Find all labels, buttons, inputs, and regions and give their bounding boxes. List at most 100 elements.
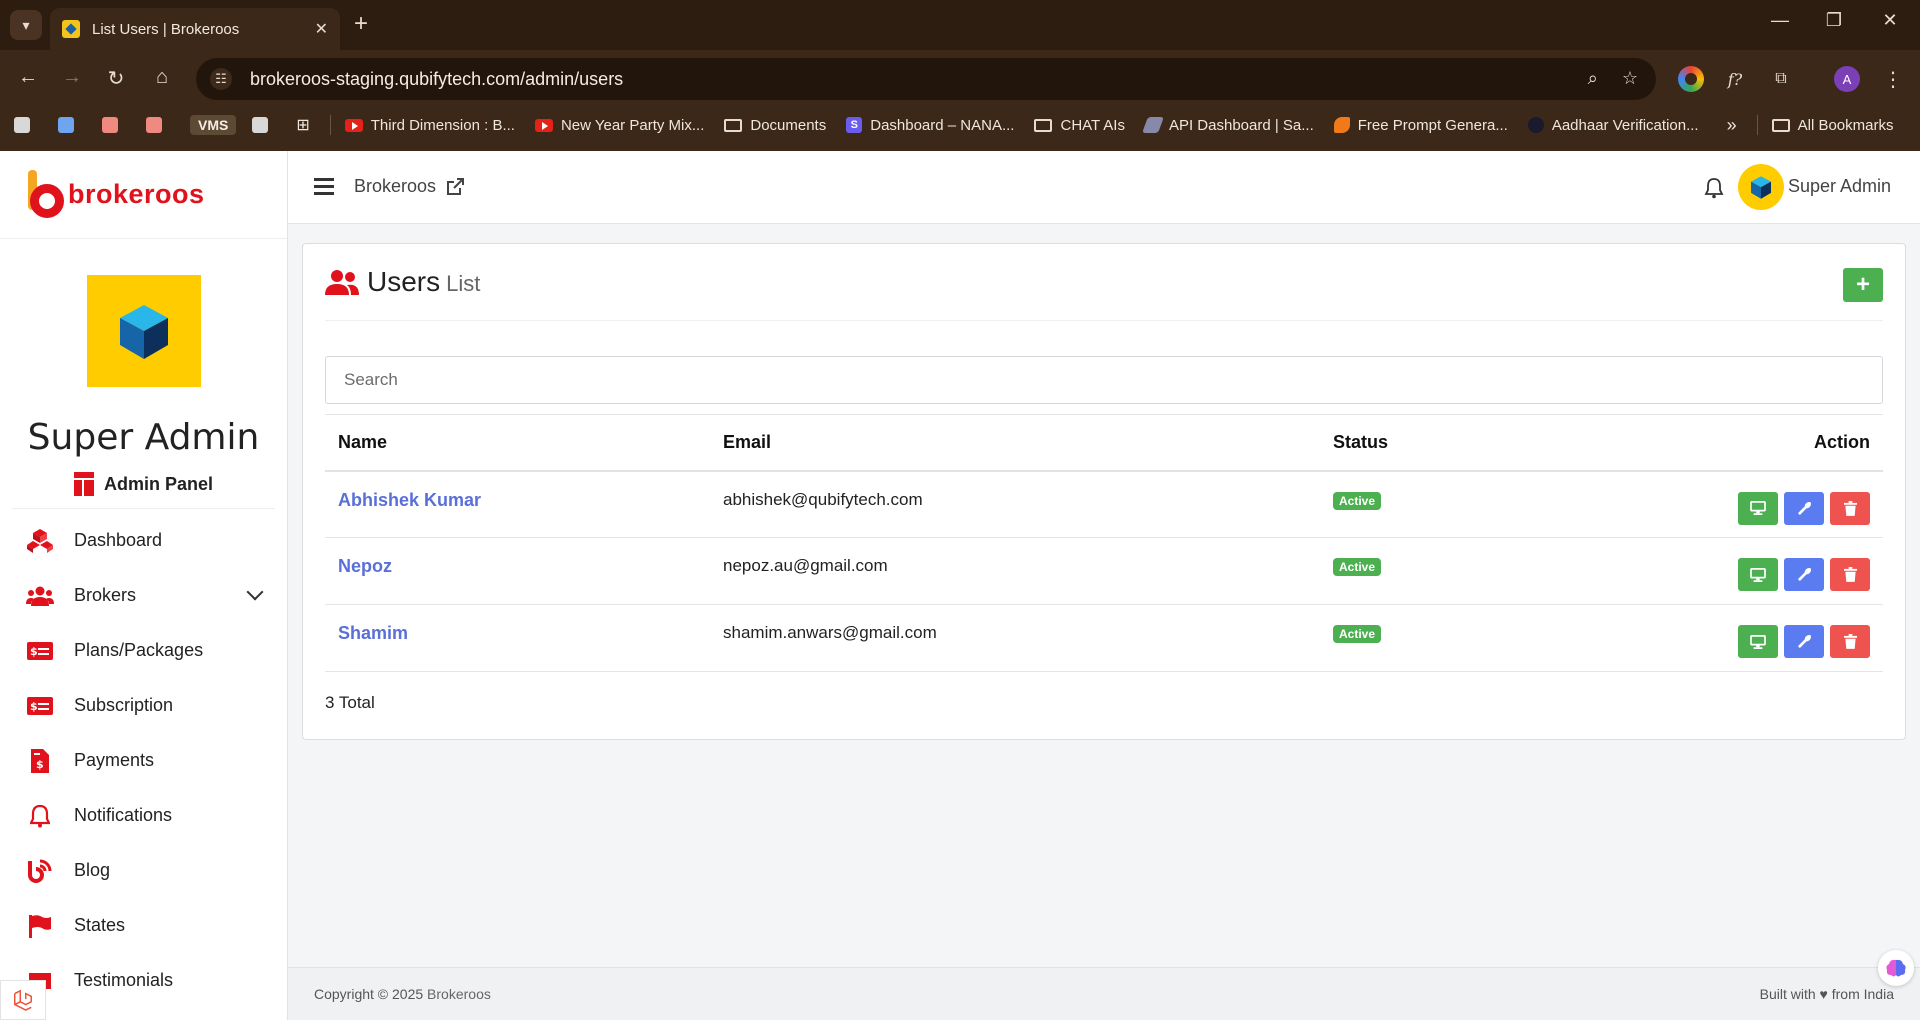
bookmark-new-year-party[interactable]: New Year Party Mix...	[534, 117, 704, 134]
extension-function-icon[interactable]: f?	[1722, 66, 1748, 92]
new-tab-plus-icon[interactable]: +	[354, 12, 368, 36]
view-user-button[interactable]	[1738, 491, 1778, 525]
reload-icon[interactable]: ↻	[102, 66, 130, 91]
desktop-icon	[1750, 501, 1766, 515]
brand-name: brokeroos	[68, 179, 205, 209]
money-bill-icon: $	[26, 639, 54, 663]
user-name-link[interactable]: Nepoz	[338, 556, 392, 576]
bookmark-api-dashboard[interactable]: API Dashboard | Sa...	[1142, 117, 1314, 134]
copyright: Copyright © 2025 Brokeroos	[314, 986, 491, 1002]
page-subtitle: List	[446, 271, 481, 296]
bookmark-aadhaar[interactable]: Aadhaar Verification...	[1527, 117, 1699, 134]
user-email: shamim.anwars@gmail.com	[710, 604, 1320, 672]
apps-grid-icon[interactable]: ⊞	[296, 115, 309, 135]
address-bar[interactable]: ☷ brokeroos-staging.qubifytech.com/admin…	[196, 58, 1656, 100]
sidebar-item-brokers[interactable]: Brokers	[0, 568, 287, 623]
profile-avatar[interactable]: A	[1834, 66, 1860, 92]
window-close-icon[interactable]: ✕	[1870, 10, 1910, 31]
user-name-link[interactable]: Shamim	[338, 623, 408, 643]
tab-search-chevron-icon[interactable]: ▾	[10, 10, 42, 40]
user-name[interactable]: Super Admin	[1788, 176, 1891, 197]
card-header: Users List	[325, 266, 480, 298]
bookmark-blank-3[interactable]	[102, 117, 126, 133]
tab-close-icon[interactable]: ✕	[315, 19, 328, 39]
address-url[interactable]: brokeroos-staging.qubifytech.com/admin/u…	[250, 69, 623, 90]
sidebar-item-blog[interactable]: Blog	[0, 843, 287, 898]
bookmark-star-icon[interactable]: ☆	[1622, 68, 1638, 89]
chevron-down-icon[interactable]	[246, 583, 264, 601]
extensions-puzzle-icon[interactable]: ⧉	[1768, 66, 1794, 92]
zoom-magnifier-icon[interactable]: ⌕	[1588, 68, 1598, 89]
bookmark-dashboard-nana[interactable]: S Dashboard – NANA...	[846, 117, 1014, 134]
view-user-button[interactable]	[1738, 625, 1778, 658]
floating-assistant-icon[interactable]	[1878, 950, 1914, 986]
extension-color-icon[interactable]	[1678, 66, 1704, 92]
delete-user-button[interactable]	[1830, 491, 1870, 525]
user-email: nepoz.au@gmail.com	[710, 537, 1320, 605]
trash-icon	[1843, 500, 1857, 516]
bookmark-blank-2[interactable]	[58, 117, 82, 133]
hamburger-menu-icon[interactable]	[314, 178, 334, 195]
layout-panel-icon	[73, 472, 94, 496]
bookmark-vms[interactable]: VMS	[190, 115, 237, 135]
row-actions	[1738, 491, 1870, 525]
bookmark-documents[interactable]: Documents	[724, 117, 826, 134]
trash-icon	[1843, 634, 1857, 649]
forward-arrow-icon[interactable]: →	[58, 66, 86, 89]
sidebar-item-subscription[interactable]: $ Subscription	[0, 678, 287, 733]
money-bill-icon: $	[26, 694, 54, 718]
wrench-icon	[1797, 568, 1811, 581]
prompt-logo-icon	[1333, 117, 1350, 133]
trash-icon	[1843, 567, 1857, 582]
home-icon[interactable]: ⌂	[148, 66, 176, 89]
back-arrow-icon[interactable]: ←	[14, 66, 42, 89]
users-card: Users List + Name Email Status Action Ab…	[302, 243, 1906, 740]
column-header-status[interactable]: Status	[1320, 414, 1660, 472]
edit-user-button[interactable]	[1784, 625, 1824, 658]
sidebar-item-states[interactable]: States	[0, 898, 287, 953]
cube-logo-icon	[119, 305, 168, 359]
bookmark-all-bookmarks[interactable]: All Bookmarks	[1771, 117, 1893, 134]
site-info-icon[interactable]: ☷	[210, 68, 232, 90]
debugbar-laravel-icon[interactable]	[0, 980, 46, 1020]
column-header-name[interactable]: Name	[325, 414, 710, 472]
notification-bell-icon[interactable]	[1704, 177, 1724, 199]
table-row: Nepoz nepoz.au@gmail.com Active	[325, 537, 1883, 605]
bookmark-free-prompt[interactable]: Free Prompt Genera...	[1333, 117, 1508, 134]
window-restore-icon[interactable]: ❐	[1814, 10, 1854, 31]
sidebar-item-dashboard[interactable]: Dashboard	[0, 513, 287, 568]
desktop-icon	[1750, 634, 1766, 649]
delete-user-button[interactable]	[1830, 558, 1870, 591]
view-user-button[interactable]	[1738, 558, 1778, 591]
bookmark-chat-ais[interactable]: CHAT AIs	[1034, 117, 1125, 134]
wrench-icon	[1797, 501, 1811, 515]
column-header-email[interactable]: Email	[710, 414, 1320, 472]
page-footer: Copyright © 2025 Brokeroos Built with ♥ …	[288, 967, 1920, 1020]
footer-brand-link[interactable]: Brokeroos	[427, 986, 491, 1002]
bookmark-blank-4[interactable]	[146, 117, 170, 133]
tab-favicon-icon	[62, 20, 80, 38]
user-name-link[interactable]: Abhishek Kumar	[338, 490, 481, 510]
sidebar-item-plans-packages[interactable]: $ Plans/Packages	[0, 623, 287, 678]
window-minimize-icon[interactable]: —	[1760, 10, 1800, 31]
bookmark-blank-1[interactable]	[14, 117, 38, 133]
invoice-dollar-icon: $	[26, 748, 54, 773]
brand-logo[interactable]: brokeroos	[0, 151, 287, 239]
edit-user-button[interactable]	[1784, 558, 1824, 591]
sidebar-item-notifications[interactable]: Notifications	[0, 788, 287, 843]
search-input[interactable]	[325, 356, 1883, 404]
bookmark-blank-5[interactable]	[252, 117, 276, 133]
visit-site-link[interactable]: Brokeroos	[354, 176, 465, 197]
more-bookmarks-chevron-icon[interactable]: »	[1727, 115, 1737, 136]
sidebar-item-payments[interactable]: $ Payments	[0, 733, 287, 788]
bookmark-third-dimension[interactable]: Third Dimension : B...	[344, 117, 515, 134]
browser-tab-active[interactable]: List Users | Brokeroos ✕	[50, 8, 340, 50]
delete-user-button[interactable]	[1830, 625, 1870, 658]
user-avatar[interactable]	[1738, 164, 1784, 210]
browser-menu-icon[interactable]: ⋮	[1880, 66, 1906, 92]
edit-user-button[interactable]	[1784, 491, 1824, 525]
add-user-button[interactable]: +	[1843, 268, 1883, 302]
page-title: Users	[367, 266, 441, 297]
s-logo-icon: S	[846, 117, 863, 133]
table-row: Shamim shamim.anwars@gmail.com Active	[325, 604, 1883, 672]
